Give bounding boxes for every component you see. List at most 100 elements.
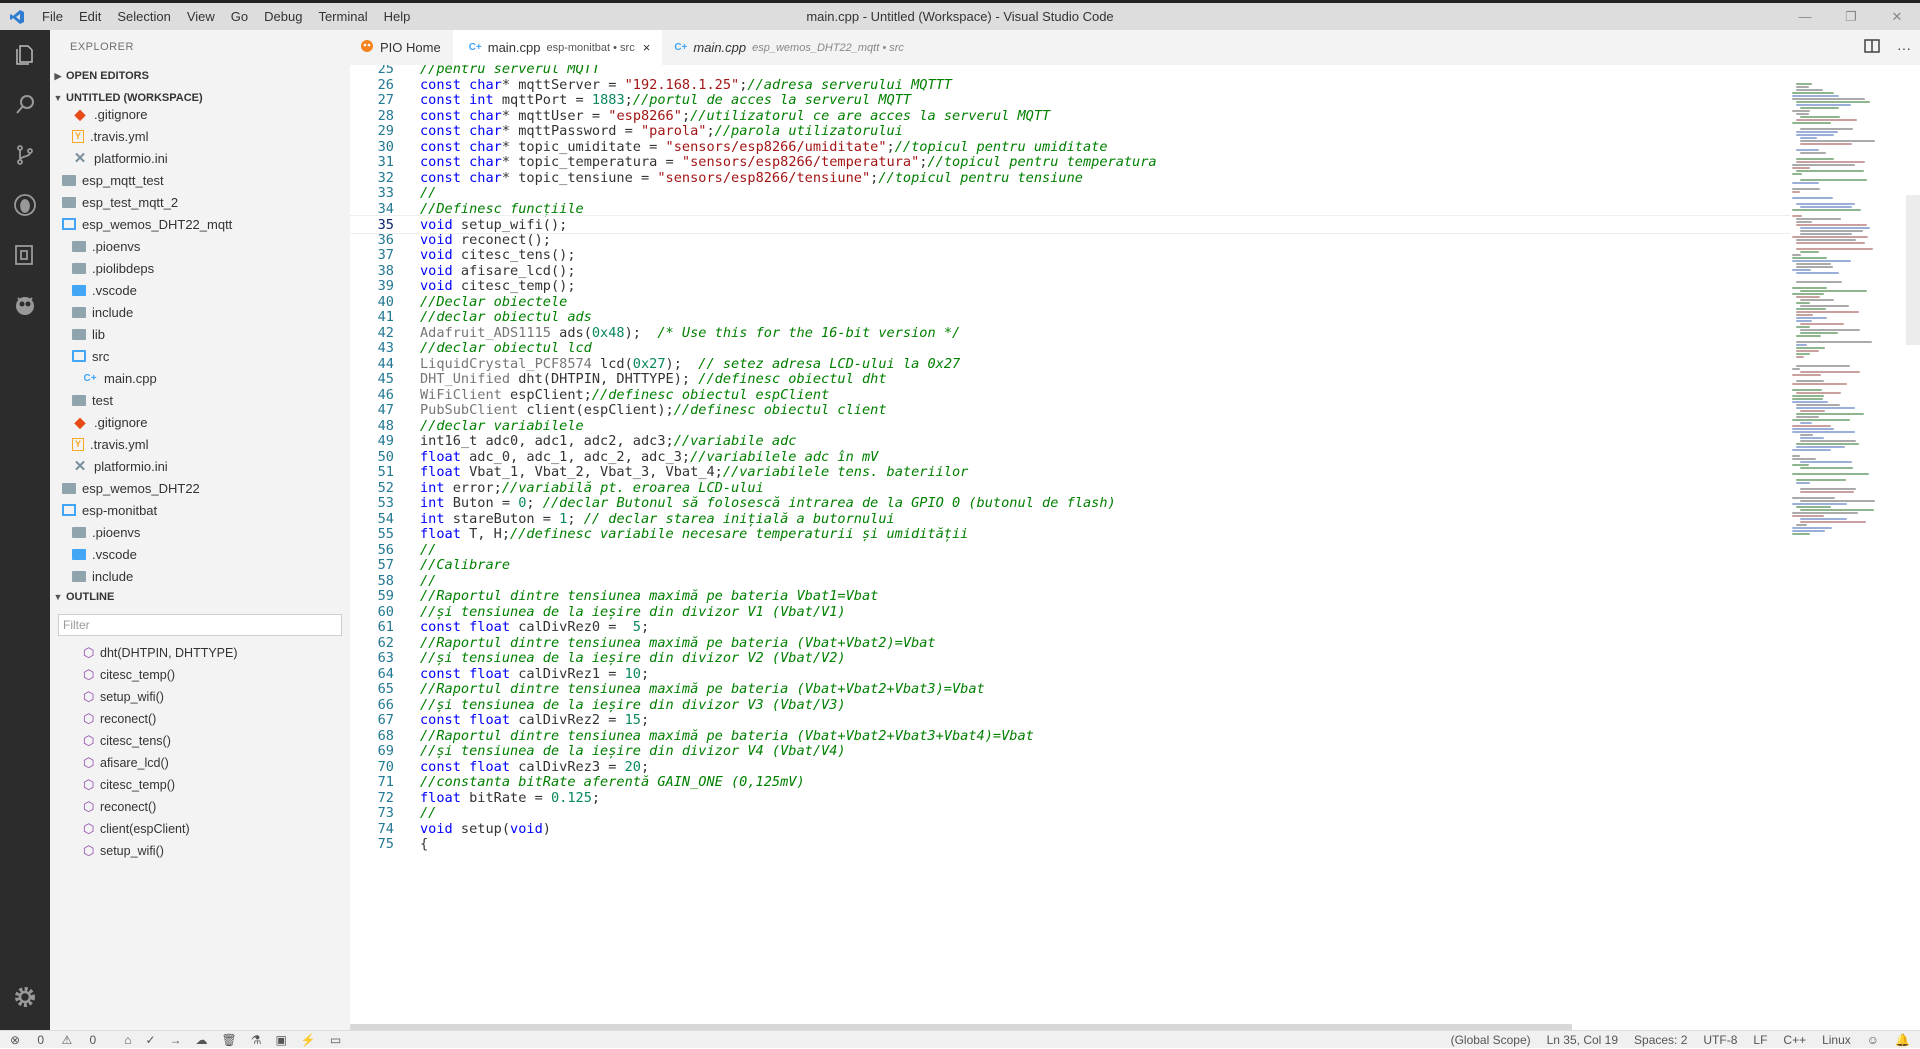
- end-of-line[interactable]: LF: [1753, 1033, 1767, 1047]
- menu-view[interactable]: View: [179, 3, 223, 30]
- serial-monitor-icon[interactable]: ▣: [276, 1033, 287, 1047]
- minimap-line: [1792, 197, 1833, 199]
- minimap-line: [1796, 158, 1834, 160]
- source-control-icon[interactable]: [0, 130, 50, 180]
- tree-item[interactable]: ◆ .gitignore: [50, 411, 350, 433]
- tree-item-label: platformio.ini: [94, 458, 168, 474]
- open-editors-section[interactable]: ▶ OPEN EDITORS: [50, 65, 350, 87]
- problems-indicator[interactable]: ⊗ 0 ⚠ 0: [10, 1033, 110, 1047]
- outline-item[interactable]: ⬡ reconect(): [50, 708, 350, 730]
- outline-item[interactable]: ⬡ client(espClient): [50, 818, 350, 840]
- vertical-scrollbar-thumb[interactable]: [1906, 195, 1920, 345]
- minimap-line: [1800, 140, 1875, 142]
- symbol-cube-icon: ⬡: [83, 645, 95, 660]
- platform[interactable]: Linux: [1822, 1033, 1851, 1047]
- menu-edit[interactable]: Edit: [71, 3, 109, 30]
- minimap-line: [1796, 335, 1821, 337]
- platformio-icon[interactable]: [0, 280, 50, 330]
- outline-item[interactable]: ⬡ citesc_temp(): [50, 664, 350, 686]
- config-file-icon: ✕: [73, 150, 87, 167]
- menu-selection[interactable]: Selection: [109, 3, 178, 30]
- cursor-position[interactable]: Ln 35, Col 19: [1547, 1033, 1618, 1047]
- debug-icon[interactable]: [0, 180, 50, 230]
- upload-arrow-icon[interactable]: →: [170, 1033, 182, 1047]
- tree-item[interactable]: esp-monitbat: [50, 499, 350, 521]
- minimap-line: [1792, 449, 1831, 451]
- minimap-line: [1796, 479, 1846, 481]
- plug-icon[interactable]: ⚡: [301, 1033, 316, 1047]
- minimap-line: [1796, 416, 1819, 418]
- editor-tab[interactable]: C+ main.cpp esp-monitbat • src ×: [452, 30, 663, 65]
- tree-item[interactable]: .pioenvs: [50, 235, 350, 257]
- minimize-icon[interactable]: —: [1782, 3, 1828, 30]
- tree-item[interactable]: Y .travis.yml: [50, 433, 350, 455]
- tree-item[interactable]: test: [50, 389, 350, 411]
- tree-item[interactable]: esp_mqtt_test: [50, 169, 350, 191]
- menu-terminal[interactable]: Terminal: [310, 3, 375, 30]
- tree-item[interactable]: Y .travis.yml: [50, 125, 350, 147]
- symbol-cube-icon: ⬡: [83, 711, 95, 726]
- tree-item[interactable]: .vscode: [50, 279, 350, 301]
- outline-item[interactable]: ⬡ setup_wifi(): [50, 840, 350, 862]
- tree-item[interactable]: .piolibdeps: [50, 257, 350, 279]
- tree-item[interactable]: .vscode: [50, 543, 350, 565]
- tree-item-label: main.cpp: [104, 370, 157, 386]
- menu-go[interactable]: Go: [223, 3, 256, 30]
- scope-indicator[interactable]: (Global Scope): [1451, 1033, 1531, 1047]
- language-mode[interactable]: C++: [1783, 1033, 1806, 1047]
- minimap-line: [1792, 473, 1869, 475]
- code-editor[interactable]: 25//pentru serverul MQTT 26 const char* mq…: [350, 65, 1790, 1030]
- feedback-smiley-icon[interactable]: ☺: [1867, 1033, 1879, 1047]
- outline-item-label: citesc_tens(): [100, 734, 171, 748]
- tree-item[interactable]: include: [50, 301, 350, 323]
- settings-gear-icon[interactable]: [0, 972, 50, 1022]
- folder-icon: [72, 262, 86, 274]
- tree-item[interactable]: ✕ platformio.ini: [50, 147, 350, 169]
- notifications-bell-icon[interactable]: 🔔: [1895, 1033, 1910, 1047]
- tree-item[interactable]: C+ main.cpp: [50, 367, 350, 389]
- cloud-upload-icon[interactable]: ☁: [196, 1033, 208, 1047]
- outline-item[interactable]: ⬡ reconect(): [50, 796, 350, 818]
- tree-item[interactable]: include: [50, 565, 350, 583]
- tree-item[interactable]: esp_wemos_DHT22_mqtt: [50, 213, 350, 235]
- close-window-icon[interactable]: ✕: [1874, 3, 1920, 30]
- outline-item[interactable]: ⬡ afisare_lcd(): [50, 752, 350, 774]
- menu-file[interactable]: File: [34, 3, 71, 30]
- tree-item[interactable]: ✕ platformio.ini: [50, 455, 350, 477]
- restore-icon[interactable]: ❐: [1828, 3, 1874, 30]
- minimap[interactable]: [1790, 65, 1920, 1030]
- tree-item[interactable]: esp_test_mqtt_2: [50, 191, 350, 213]
- search-icon[interactable]: [0, 80, 50, 130]
- minimap-line: [1792, 530, 1825, 532]
- test-flask-icon[interactable]: ⚗: [251, 1033, 262, 1047]
- yaml-file-icon: Y: [72, 129, 84, 143]
- split-editor-icon[interactable]: [1856, 39, 1888, 56]
- outline-list: ⬡ dht(DHTPIN, DHTTYPE) ⬡ citesc_temp() ⬡ setu…: [50, 642, 350, 862]
- close-tab-icon[interactable]: ×: [643, 40, 651, 55]
- home-icon[interactable]: ⌂: [124, 1033, 131, 1047]
- minimap-line: [1800, 500, 1875, 502]
- indentation[interactable]: Spaces: 2: [1634, 1033, 1687, 1047]
- trash-icon[interactable]: 🗑: [222, 1033, 237, 1047]
- outline-item[interactable]: ⬡ dht(DHTPIN, DHTTYPE): [50, 642, 350, 664]
- editor-tab[interactable]: C+ main.cpp esp_wemos_DHT22_mqtt • src: [662, 30, 916, 65]
- menu-help[interactable]: Help: [376, 3, 419, 30]
- encoding[interactable]: UTF-8: [1703, 1033, 1737, 1047]
- outline-item[interactable]: ⬡ citesc_temp(): [50, 774, 350, 796]
- terminal-icon[interactable]: ▭: [330, 1033, 341, 1047]
- tree-item[interactable]: .pioenvs: [50, 521, 350, 543]
- more-actions-icon[interactable]: ···: [1888, 40, 1920, 56]
- tree-item[interactable]: lib: [50, 323, 350, 345]
- outline-filter-input[interactable]: Filter: [58, 614, 342, 636]
- symbol-cube-icon: ⬡: [83, 733, 95, 748]
- tree-item[interactable]: esp_wemos_DHT22: [50, 477, 350, 499]
- files-icon[interactable]: [0, 30, 50, 80]
- extensions-icon[interactable]: [0, 230, 50, 280]
- menu-debug[interactable]: Debug: [256, 3, 310, 30]
- build-check-icon[interactable]: ✓: [145, 1033, 155, 1047]
- tree-item[interactable]: src: [50, 345, 350, 367]
- outline-item[interactable]: ⬡ citesc_tens(): [50, 730, 350, 752]
- outline-section[interactable]: ▼ OUTLINE: [50, 586, 350, 608]
- outline-item[interactable]: ⬡ setup_wifi(): [50, 686, 350, 708]
- editor-tab[interactable]: PIO Home: [350, 30, 453, 65]
